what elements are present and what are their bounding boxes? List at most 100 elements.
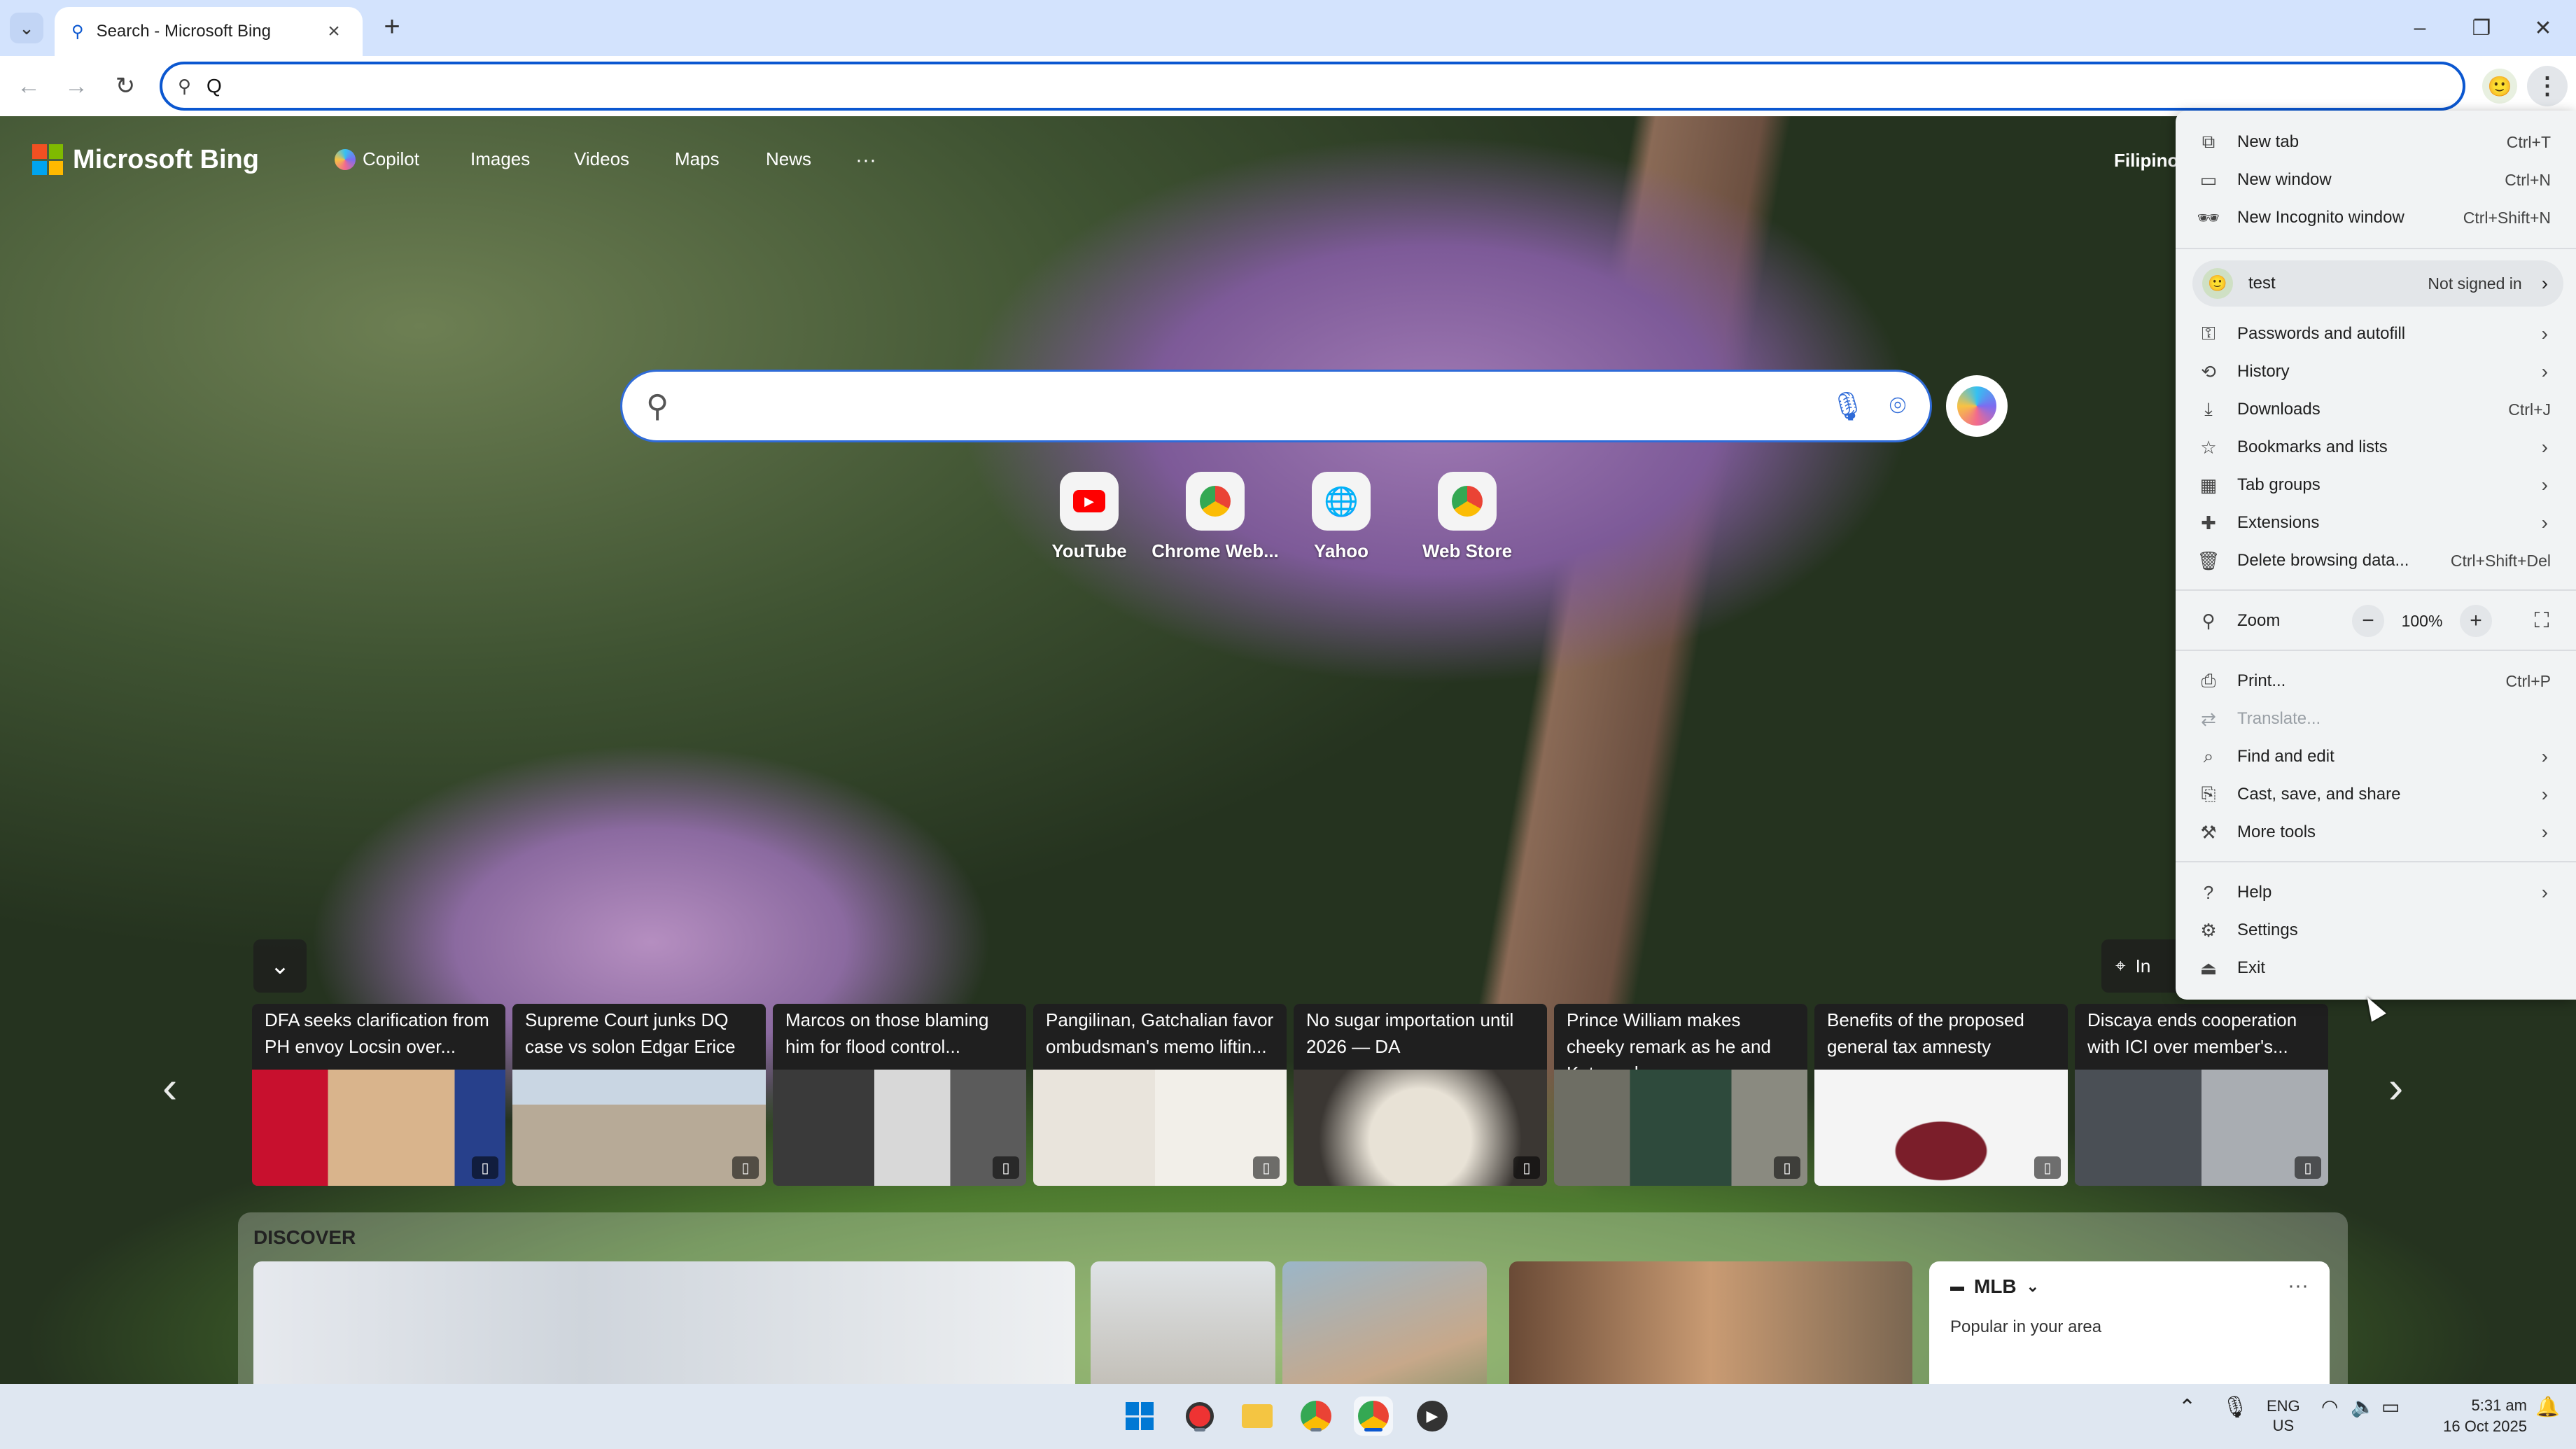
chevron-down-icon[interactable]: ⌄ (2026, 1278, 2039, 1296)
menu-downloads[interactable]: ⤓ Downloads Ctrl+J (2176, 391, 2576, 428)
bing-search-input[interactable] (685, 393, 1830, 419)
menu-delete-browsing-data[interactable]: 🗑 Delete browsing data... Ctrl+Shift+Del (2176, 542, 2576, 580)
bookmark-icon[interactable]: ▯ (1253, 1156, 1280, 1179)
bookmark-icon[interactable]: ▯ (993, 1156, 1019, 1179)
carousel-next-button[interactable]: › (2388, 1061, 2403, 1113)
restore-button[interactable]: ❐ (2450, 10, 2513, 46)
taskbar-chrome[interactable] (1296, 1396, 1336, 1436)
zoom-in-button[interactable]: + (2460, 605, 2492, 637)
bookmark-icon[interactable]: ▯ (1513, 1156, 1540, 1179)
bing-search-box[interactable]: ⚲ 🎙 ⌾ (620, 370, 1932, 442)
new-tab-button[interactable]: + (377, 13, 407, 43)
bing-logo[interactable]: Microsoft Bing (32, 144, 259, 175)
menu-new-window[interactable]: ▭ New window Ctrl+N (2176, 161, 2576, 199)
nav-more-button[interactable]: ··· (855, 148, 876, 172)
profile-avatar-button[interactable]: 🙂 (2482, 69, 2517, 104)
menu-tab-groups[interactable]: ▦ Tab groups › (2176, 466, 2576, 504)
menu-print[interactable]: ⎙ Print... Ctrl+P (2176, 662, 2576, 700)
address-input[interactable] (206, 75, 2307, 97)
news-card[interactable]: Supreme Court junks DQ case vs solon Edg… (512, 1004, 766, 1186)
shortcut-web-store[interactable]: Web Store (1404, 472, 1530, 562)
nav-images[interactable]: Images (470, 148, 530, 170)
bookmark-icon[interactable]: ▯ (472, 1156, 498, 1179)
mlb-more-button[interactable]: ··· (2288, 1274, 2309, 1298)
news-card[interactable]: DFA seeks clarification from PH envoy Lo… (252, 1004, 505, 1186)
discover-card[interactable] (253, 1261, 1075, 1384)
start-button[interactable] (1120, 1396, 1159, 1436)
shortcut-youtube[interactable]: ▶ YouTube (1026, 472, 1152, 562)
image-info-button[interactable]: ⌖ In (2101, 939, 2185, 993)
news-card[interactable]: Marcos on those blaming him for flood co… (773, 1004, 1026, 1186)
nav-copilot[interactable]: Copilot (335, 148, 419, 170)
carousel-prev-button[interactable]: ‹ (162, 1061, 177, 1113)
menu-settings[interactable]: ⚙ Settings (2176, 911, 2576, 949)
browser-toolbar: ← → ↻ ⚲ 🙂 ⋮ (0, 56, 2576, 116)
volume-icon[interactable]: 🔈 (2351, 1395, 2375, 1418)
nav-maps[interactable]: Maps (675, 148, 720, 170)
notifications-icon[interactable]: 🔔 (2535, 1395, 2560, 1418)
news-card[interactable]: Prince William makes cheeky remark as he… (1554, 1004, 1807, 1186)
shortcut-chrome-web-store[interactable]: Chrome Web... (1152, 472, 1279, 562)
bookmark-icon[interactable]: ▯ (2295, 1156, 2321, 1179)
discover-card[interactable] (1282, 1261, 1487, 1384)
menu-new-incognito[interactable]: 🕶 New Incognito window Ctrl+Shift+N (2176, 199, 2576, 237)
nav-news[interactable]: News (766, 148, 811, 170)
menu-bookmarks[interactable]: ☆ Bookmarks and lists › (2176, 428, 2576, 466)
clock[interactable]: 5:31 am 16 Oct 2025 (2429, 1395, 2527, 1437)
tab-search-button[interactable]: ⌄ (10, 13, 43, 43)
menu-new-tab[interactable]: ⧉ New tab Ctrl+T (2176, 123, 2576, 161)
tray-overflow-button[interactable]: ⌃ (2178, 1395, 2196, 1420)
news-card[interactable]: Pangilinan, Gatchalian favor ombudsman's… (1033, 1004, 1287, 1186)
copilot-button[interactable] (1946, 375, 2008, 437)
nav-videos[interactable]: Videos (574, 148, 629, 170)
menu-extensions[interactable]: ✚ Extensions › (2176, 504, 2576, 542)
chrome-menu: ⧉ New tab Ctrl+T ▭ New window Ctrl+N 🕶 N… (2176, 111, 2576, 1000)
close-tab-icon[interactable]: × (322, 20, 346, 43)
menu-label: Settings (2237, 920, 2298, 939)
news-card[interactable]: Discaya ends cooperation with ICI over m… (2075, 1004, 2328, 1186)
menu-find-and-edit[interactable]: ⌕ Find and edit › (2176, 738, 2576, 776)
collapse-feed-button[interactable]: ⌄ (253, 939, 307, 993)
chrome-menu-button[interactable]: ⋮ (2527, 66, 2568, 106)
menu-help[interactable]: ? Help › (2176, 874, 2576, 911)
language-link[interactable]: Filipino (2114, 150, 2178, 172)
address-bar[interactable]: ⚲ (160, 62, 2465, 111)
microphone-icon[interactable]: 🎙 (1830, 390, 1865, 423)
menu-passwords[interactable]: ⚿ Passwords and autofill › (2176, 315, 2576, 353)
zoom-out-button[interactable]: − (2352, 605, 2384, 637)
visual-search-icon[interactable]: ⌾ (1889, 391, 1906, 422)
menu-more-tools[interactable]: ⚒ More tools › (2176, 813, 2576, 851)
forward-button[interactable]: → (56, 66, 97, 106)
taskbar-media-player[interactable]: ▶ (1413, 1396, 1452, 1436)
menu-history[interactable]: ⟲ History › (2176, 353, 2576, 391)
input-language-indicator[interactable]: ENG US (2267, 1396, 2300, 1436)
mlb-widget[interactable]: ▬ MLB ⌄ ··· Popular in your area (1929, 1261, 2330, 1384)
chrome-icon (1358, 1401, 1389, 1432)
shortcut-yahoo[interactable]: 🌐 Yahoo (1278, 472, 1404, 562)
microphone-tray-icon[interactable]: 🎙 (2222, 1395, 2248, 1420)
menu-cast-save-share[interactable]: ⎘ Cast, save, and share › (2176, 776, 2576, 813)
discover-card[interactable] (1509, 1261, 1912, 1384)
copilot-icon (335, 148, 356, 170)
taskbar-file-explorer[interactable] (1238, 1396, 1277, 1436)
close-window-button[interactable]: ✕ (2512, 10, 2575, 46)
wifi-icon[interactable]: ◠ (2321, 1395, 2338, 1418)
menu-exit[interactable]: ⏏ Exit (2176, 949, 2576, 987)
bookmark-icon[interactable]: ▯ (1774, 1156, 1800, 1179)
bookmark-icon[interactable]: ▯ (2034, 1156, 2061, 1179)
reload-button[interactable]: ↻ (105, 66, 146, 106)
news-card[interactable]: Benefits of the proposed general tax amn… (1814, 1004, 2068, 1186)
taskbar-chrome-active[interactable] (1354, 1396, 1393, 1436)
discover-card[interactable] (1091, 1261, 1275, 1384)
battery-icon[interactable]: ▭ (2381, 1395, 2400, 1418)
tab-bing[interactable]: ⚲ Search - Microsoft Bing × (55, 7, 363, 56)
menu-profile[interactable]: 🙂 test Not signed in › (2192, 260, 2563, 307)
bookmark-icon[interactable]: ▯ (732, 1156, 759, 1179)
fullscreen-button[interactable]: ⛶ (2526, 605, 2558, 637)
minimize-button[interactable]: – (2388, 10, 2451, 46)
news-card[interactable]: No sugar importation until 2026 — DA ▯ (1294, 1004, 1547, 1186)
menu-label: Bookmarks and lists (2237, 438, 2388, 456)
chevron-right-icon: › (2541, 436, 2548, 458)
back-button[interactable]: ← (8, 66, 49, 106)
taskbar-app-recorder[interactable] (1180, 1396, 1219, 1436)
